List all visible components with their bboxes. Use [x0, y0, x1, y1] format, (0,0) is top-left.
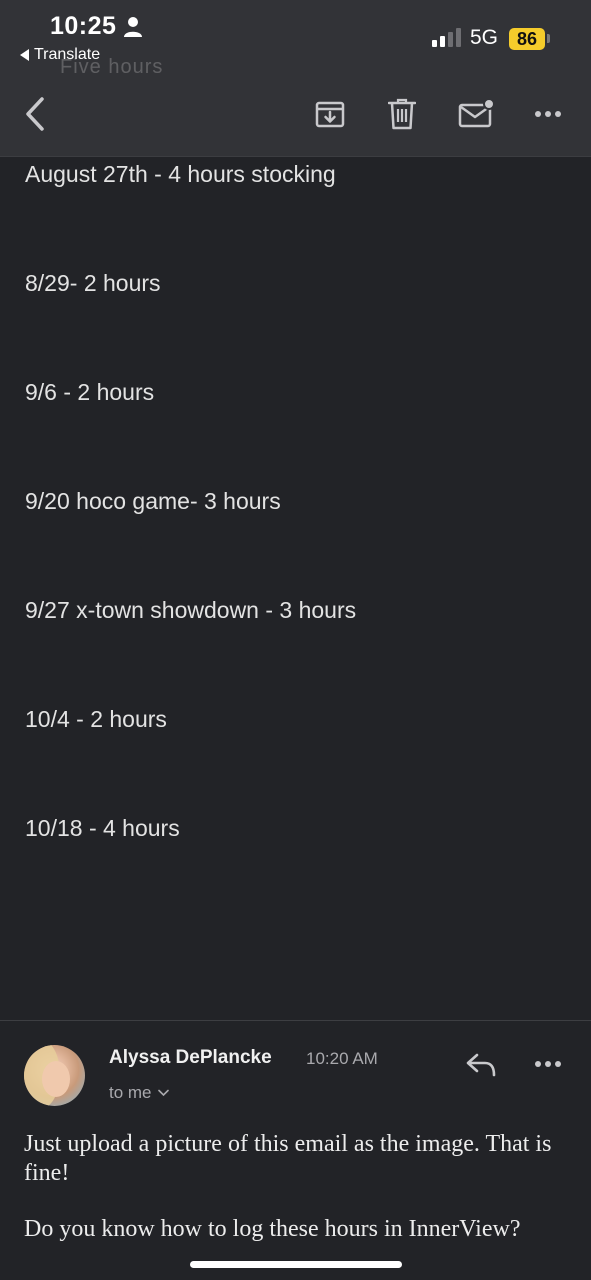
- network-type: 5G: [470, 26, 499, 49]
- person-icon: [124, 17, 142, 37]
- hours-line: 10/18 - 4 hours: [25, 815, 180, 841]
- signal-icon: [432, 28, 461, 47]
- battery-indicator: 86: [509, 28, 545, 50]
- chevron-down-icon: [157, 1089, 169, 1097]
- hours-line: 9/6 - 2 hours: [25, 379, 155, 405]
- back-to-app-link[interactable]: Translate: [20, 46, 100, 64]
- recipient-details-toggle[interactable]: to me: [109, 1083, 169, 1103]
- battery-tip: [547, 34, 550, 43]
- message-divider: [0, 1020, 591, 1021]
- avatar-face: [42, 1061, 70, 1097]
- message-paragraph: Do you know how to log these hours in In…: [24, 1216, 521, 1242]
- archive-button[interactable]: [312, 96, 348, 132]
- back-button[interactable]: [18, 96, 52, 132]
- delete-button[interactable]: [384, 96, 420, 132]
- home-indicator[interactable]: [190, 1261, 402, 1268]
- back-triangle-icon: [20, 49, 29, 61]
- sent-time: 10:20 AM: [306, 1049, 378, 1068]
- hours-line: 8/29- 2 hours: [25, 270, 161, 296]
- reply-icon[interactable]: [465, 1051, 497, 1079]
- sender-name[interactable]: Alyssa DePlancke: [109, 1047, 272, 1069]
- status-time: 10:25: [50, 12, 117, 40]
- back-app-label: Translate: [34, 46, 101, 63]
- mark-unread-icon: [458, 99, 494, 128]
- top-header: Five hours 10:25 Translate 5G 86: [0, 0, 591, 157]
- message-more-icon[interactable]: [532, 1054, 564, 1074]
- recipient-label: to me: [109, 1083, 152, 1102]
- hours-line: August 27th - 4 hours stocking: [25, 161, 336, 187]
- more-icon: [535, 111, 561, 117]
- mark-unread-button[interactable]: [456, 96, 496, 132]
- hours-line: 10/4 - 2 hours: [25, 706, 167, 732]
- archive-icon: [315, 101, 345, 128]
- more-options-button[interactable]: [530, 96, 566, 132]
- chevron-left-icon: [26, 97, 44, 131]
- hours-line: 9/20 hoco game- 3 hours: [25, 488, 281, 514]
- sender-avatar[interactable]: [24, 1045, 85, 1106]
- message-paragraph: Just upload a picture of this email as t…: [24, 1131, 552, 1186]
- trash-icon: [388, 98, 416, 130]
- hours-line: 9/27 x-town showdown - 3 hours: [25, 597, 357, 623]
- message-body: Just upload a picture of this email as t…: [24, 1130, 569, 1271]
